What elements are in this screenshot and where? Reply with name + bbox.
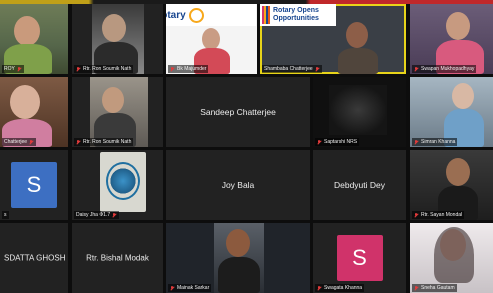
participant-name: Rtr. Sayan Mondal [421,212,463,218]
participant-name: s [4,212,7,218]
butterfly-icon [106,162,140,200]
participant-label: Rtr. Ron Soumik Nath [74,65,134,73]
participant-name: Rtr. Ron Soumik Nath [83,66,132,72]
participant-body [218,257,260,293]
participant-label: Swapan Mukhopadhyay [412,65,477,73]
participant-name: Shambaba Chatterjee [264,66,313,72]
rotary-stripes-logo [262,6,270,24]
mic-muted-icon [414,212,419,218]
participant-name: Bk Majumder [177,66,207,72]
participant-name-center: Joy Bala [221,180,255,190]
participant-head [202,28,220,50]
participant-name: Chatterjee [4,139,28,145]
participant-head [102,87,124,113]
rotary-wordmark: Rotary [166,9,186,21]
video-tile-sayan-mondal[interactable]: Rtr. Sayan Mondal [410,150,493,220]
participant-name: Swapan Mukhopadhyay [421,66,475,72]
mic-muted-icon [112,212,117,218]
participant-name: Rtr. Ron Soumik Nath [83,139,132,145]
video-tile-daisy-jha[interactable]: Daisy Jha Ф1.7 [72,150,163,220]
video-tile-mainak-sarkar[interactable]: Mainak Sarkar [166,223,310,293]
mic-muted-icon [414,139,419,145]
participant-label: Daisy Jha Ф1.7 [74,211,120,219]
participant-head [446,158,470,186]
video-tile-debdyuti-dey[interactable]: Debdyuti Dey [313,150,406,220]
participant-label: Rtr. Sayan Mondal [412,211,465,219]
video-tile-soumik-nath-2[interactable]: Rtr. Ron Soumik Nath [72,77,163,147]
mic-muted-icon [170,66,175,72]
participant-label: Rtr. Ron Soumik Nath [74,138,134,146]
video-tile-sandeep-chatterjee[interactable]: Sandeep Chatterjee [166,77,310,147]
participant-head [102,14,126,42]
video-tile-s[interactable]: S s [0,150,68,220]
participant-head [10,85,40,119]
participant-label: Simran Khanna [412,138,458,146]
participant-label: Saptarshi NRS [315,138,360,146]
participant-name-center: Debdyuti Dey [333,180,386,190]
video-tile-joy-bala[interactable]: Joy Bala [166,150,310,220]
participant-name: Swagata Khanna [324,285,363,291]
video-tile-bk-majumder[interactable]: Rotary Bk Majumder [166,4,257,74]
participant-head [452,83,474,109]
participant-hair [434,227,474,283]
participant-head [446,12,470,40]
mic-muted-icon [414,285,419,291]
participant-label: Shambaba Chatterjee [262,65,322,73]
participant-name: Mainak Sarkar [177,285,210,291]
participant-label: Bk Majumder [168,65,209,73]
rotary-slogan: Rotary Opens Opportunities [273,7,319,23]
participant-head [14,16,40,46]
mic-muted-icon [17,66,22,72]
participant-label: Swagata Khanna [315,284,365,292]
participant-name-center: Rtr. Bishal Modak [86,253,149,263]
slogan-line-1: Rotary Opens [273,7,319,14]
mic-muted-icon [29,139,34,145]
rotary-slogan-banner: Rotary Opens Opportunities [260,4,336,26]
mic-muted-icon [317,285,322,291]
rotary-wheel-icon [188,7,204,23]
video-tile-sdatta-ghosh[interactable]: SDATTA GHOSH [0,223,68,293]
participant-label: Sneha Gautam [412,284,457,292]
slogan-line-2: Opportunities [273,15,319,22]
participant-name-center: SDATTA GHOSH [4,253,66,263]
avatar-initial: S [11,162,57,208]
mic-muted-icon [315,66,320,72]
participant-head [346,22,368,48]
video-tile-shambaba-chatterjee[interactable]: Rotary Opens Opportunities Shambaba Chat… [260,4,406,74]
mic-muted-icon [414,66,419,72]
video-tile-chatterjee[interactable]: Chatterjee [0,77,68,147]
rotary-banner: Rotary [166,4,256,26]
video-tile-sneha-gautam[interactable]: Sneha Gautam [410,223,493,293]
participant-label: Chatterjee [2,138,37,146]
mic-muted-icon [170,285,175,291]
participant-name: ROY [4,66,15,72]
participant-label: s [2,211,9,219]
video-tile-bishal-modak[interactable]: Rtr. Bishal Modak [72,223,163,293]
participant-video [329,85,387,135]
mic-muted-icon [76,139,81,145]
video-tile-roy[interactable]: ROY [0,4,68,74]
mic-muted-icon [76,66,81,72]
video-tile-swagata-khanna[interactable]: S Swagata Khanna [313,223,406,293]
participant-name-center: Sandeep Chatterjee [200,107,276,117]
video-tile-simran-khanna[interactable]: Simran Khanna [410,77,493,147]
participant-head [226,229,250,257]
mic-muted-icon [317,139,322,145]
video-tile-soumik-nath[interactable]: Rtr. Ron Soumik Nath [72,4,163,74]
participant-name: Saptarshi NRS [324,139,358,145]
participant-body [338,48,378,74]
participant-label: Mainak Sarkar [168,284,212,292]
participant-name: Sneha Gautam [421,285,455,291]
avatar-initial: S [336,235,383,281]
video-tile-swapan-mukhopadhyay[interactable]: Swapan Mukhopadhyay [410,4,493,74]
participant-name: Daisy Jha Ф1.7 [76,212,111,218]
participant-label: ROY [2,65,24,73]
video-tile-saptarshi-nrs[interactable]: Saptarshi NRS [313,77,406,147]
participant-name: Simran Khanna [421,139,456,145]
